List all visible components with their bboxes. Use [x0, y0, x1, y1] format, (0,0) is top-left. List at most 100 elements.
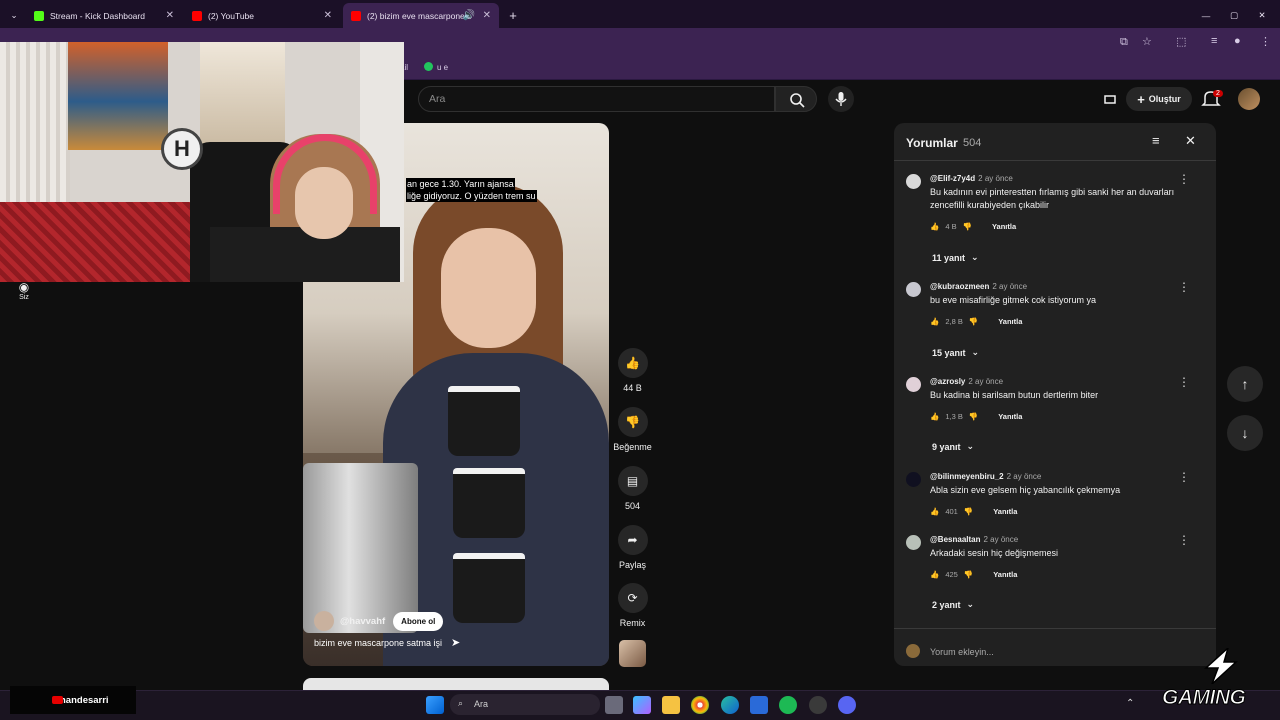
- thumbs-up-icon[interactable]: 👍: [930, 570, 939, 579]
- new-tab-button[interactable]: +: [503, 3, 523, 28]
- create-button[interactable]: + Oluştur: [1126, 87, 1192, 111]
- thumbs-up-icon[interactable]: 👍: [930, 412, 939, 421]
- store-icon[interactable]: [750, 696, 768, 714]
- copilot-icon[interactable]: [633, 696, 651, 714]
- comment-actions: 👍 401 👎 Yanıtla: [930, 507, 1017, 516]
- search-button[interactable]: [775, 86, 817, 112]
- sort-icon[interactable]: ≡: [1152, 133, 1160, 148]
- channel-name[interactable]: @havvahf: [340, 616, 385, 627]
- avatar[interactable]: [906, 282, 921, 297]
- task-view-icon[interactable]: [605, 696, 623, 714]
- sound-thumbnail[interactable]: [619, 640, 646, 667]
- replies-toggle[interactable]: 11 yanıt ⌄: [932, 252, 979, 263]
- tab-youtube-short[interactable]: (2) bizim eve mascarpone s 🔊 ✕: [343, 3, 499, 28]
- browser-menu-icon[interactable]: ⋮: [1260, 35, 1271, 48]
- microphone-icon: [835, 92, 847, 106]
- obs-icon[interactable]: [809, 696, 827, 714]
- discord-icon[interactable]: [838, 696, 856, 714]
- comments-button[interactable]: ▤ 504: [612, 466, 653, 511]
- comment-author[interactable]: @azrosly 2 ay önce: [930, 377, 1003, 386]
- chrome-icon[interactable]: [691, 696, 709, 714]
- subscribe-button[interactable]: Abone ol: [393, 611, 444, 631]
- tab-search-button[interactable]: ⌄: [6, 3, 22, 28]
- more-options-icon[interactable]: ⋮: [1178, 172, 1190, 186]
- next-short-preview[interactable]: [303, 678, 609, 690]
- extensions-icon[interactable]: ⬚: [1176, 35, 1186, 48]
- file-explorer-icon[interactable]: [662, 696, 680, 714]
- plus-icon: +: [1137, 91, 1145, 107]
- avatar[interactable]: [906, 174, 921, 189]
- webcam-painting: [68, 42, 168, 150]
- reply-button[interactable]: Yanıtla: [993, 507, 1017, 516]
- search-input[interactable]: Ara: [418, 86, 775, 112]
- youtube-icon: [351, 10, 361, 21]
- media-control-icon[interactable]: ≡: [1211, 35, 1217, 47]
- add-comment-field[interactable]: Yorum ekleyin...: [894, 628, 1216, 666]
- thumbs-down-icon[interactable]: 👎: [969, 412, 978, 421]
- more-options-icon[interactable]: ⋮: [1178, 375, 1190, 389]
- reply-button[interactable]: Yanıtla: [998, 317, 1022, 326]
- caption-line: liğe gidiyoruz. O yüzden trem su: [406, 190, 537, 202]
- reply-button[interactable]: Yanıtla: [998, 412, 1022, 421]
- video-title[interactable]: bizim eve mascarpone satma işi: [314, 638, 442, 648]
- like-button[interactable]: 👍 44 B: [612, 348, 653, 393]
- sidebar-item-you[interactable]: ◉ Siz: [14, 280, 34, 301]
- comment-author[interactable]: @bilinmeyenbiru_2 2 ay önce: [930, 472, 1041, 481]
- avatar[interactable]: [906, 472, 921, 487]
- thumbs-up-icon[interactable]: 👍: [930, 222, 939, 231]
- more-options-icon[interactable]: ⋮: [1178, 470, 1190, 484]
- minimize-button[interactable]: —: [1196, 3, 1216, 28]
- thumbs-down-icon[interactable]: 👎: [964, 507, 973, 516]
- previous-short-button[interactable]: ↑: [1227, 366, 1263, 402]
- speaker-icon[interactable]: 🔊: [463, 10, 475, 21]
- replies-toggle[interactable]: 9 yanıt ⌄: [932, 441, 974, 452]
- reply-button[interactable]: Yanıtla: [992, 222, 1016, 231]
- account-avatar[interactable]: [1238, 88, 1260, 110]
- spotify-icon[interactable]: [779, 696, 797, 714]
- tray-chevron-up-icon[interactable]: ⌃: [1126, 698, 1134, 709]
- thumbs-up-icon[interactable]: 👍: [930, 317, 939, 326]
- thumbs-down-icon[interactable]: 👎: [969, 317, 978, 326]
- maximize-button[interactable]: ▢: [1224, 3, 1244, 28]
- close-tab-icon[interactable]: ✕: [483, 10, 491, 21]
- next-short-button[interactable]: ↓: [1227, 415, 1263, 451]
- comment-author[interactable]: @Besnaaltan 2 ay önce: [930, 535, 1018, 544]
- taskbar-search[interactable]: ⌕ Ara: [450, 694, 600, 715]
- thumbs-down-icon[interactable]: 👎: [963, 222, 972, 231]
- more-options-icon[interactable]: ⋮: [1178, 533, 1190, 547]
- share-button[interactable]: ➦ Paylaş: [612, 525, 653, 570]
- profile-icon[interactable]: ●: [1234, 35, 1241, 47]
- windows-start-icon[interactable]: [426, 696, 444, 714]
- thumbs-up-icon: 👍: [617, 348, 648, 378]
- avatar[interactable]: [906, 377, 921, 392]
- author-handle: @Elif-z7y4d: [930, 174, 976, 183]
- bookmark-item[interactable]: u e: [437, 63, 448, 72]
- cast-icon[interactable]: [1102, 91, 1118, 107]
- comment-author[interactable]: @Elif-z7y4d 2 ay önce: [930, 174, 1013, 183]
- replies-toggle[interactable]: 2 yanıt ⌄: [932, 599, 974, 610]
- close-window-button[interactable]: ✕: [1252, 3, 1272, 28]
- close-tab-icon[interactable]: ✕: [324, 10, 332, 21]
- video-face: [441, 228, 536, 348]
- bookmark-star-icon[interactable]: ☆: [1142, 35, 1152, 48]
- tab-youtube-home[interactable]: (2) YouTube ✕: [184, 3, 340, 28]
- user-circle-icon: ◉: [18, 280, 30, 294]
- tab-kick-dashboard[interactable]: Stream - Kick Dashboard ✕: [26, 3, 182, 28]
- close-icon[interactable]: ✕: [1185, 133, 1196, 149]
- remix-button[interactable]: ⟳ Remix: [612, 583, 653, 628]
- avatar[interactable]: [906, 535, 921, 550]
- remix-icon: ⟳: [617, 583, 648, 613]
- reply-button[interactable]: Yanıtla: [993, 570, 1017, 579]
- replies-toggle[interactable]: 15 yanıt ⌄: [932, 347, 979, 358]
- thumbs-up-icon[interactable]: 👍: [930, 507, 939, 516]
- dislike-button[interactable]: 👎 Beğenme: [612, 407, 653, 452]
- more-options-icon[interactable]: ⋮: [1178, 280, 1190, 294]
- channel-avatar[interactable]: [314, 611, 334, 631]
- comment-author[interactable]: @kubraozmeen 2 ay önce: [930, 282, 1027, 291]
- thumbs-down-icon[interactable]: 👎: [964, 570, 973, 579]
- edge-icon[interactable]: [721, 696, 739, 714]
- voice-search-button[interactable]: [828, 86, 854, 112]
- install-app-icon[interactable]: ⧉: [1120, 36, 1128, 49]
- close-tab-icon[interactable]: ✕: [166, 10, 174, 21]
- video-cup: [453, 468, 525, 538]
